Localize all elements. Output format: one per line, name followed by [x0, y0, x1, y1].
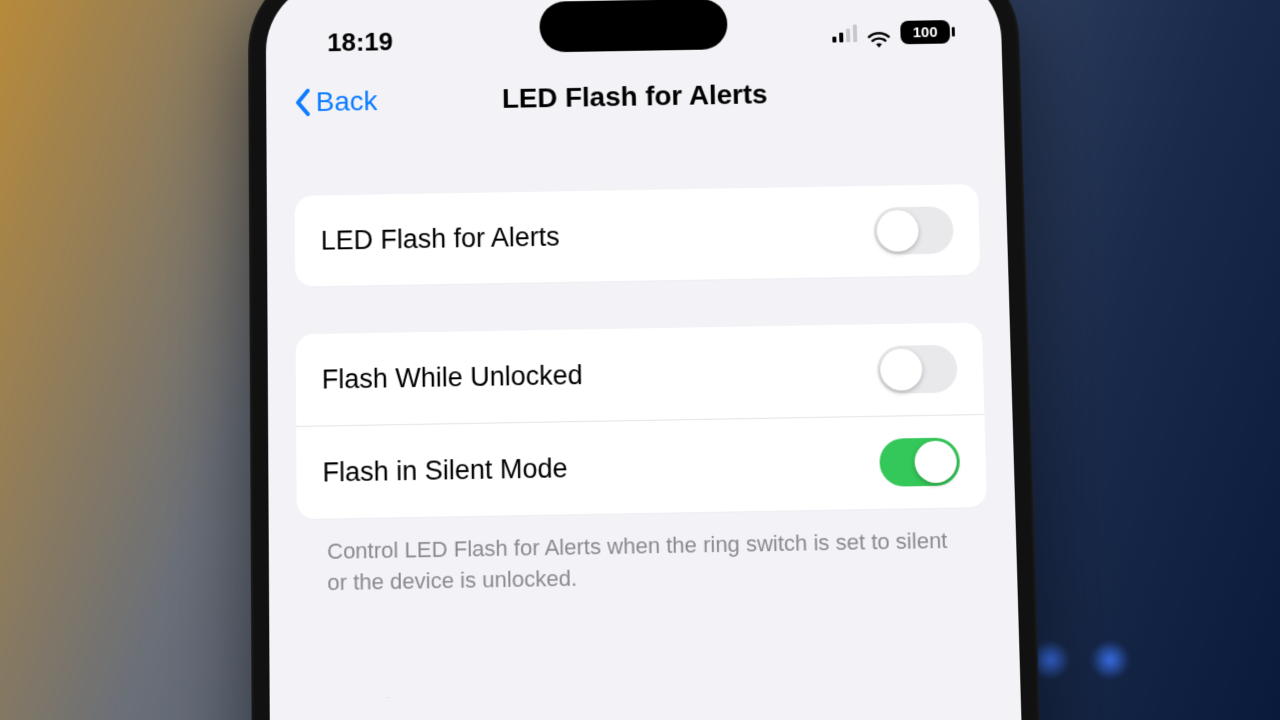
toggle-knob [880, 348, 923, 391]
dynamic-island [539, 0, 728, 52]
row-flash-while-unlocked: Flash While Unlocked [296, 322, 985, 426]
nav-header: Back LED Flash for Alerts [266, 56, 1004, 137]
toggle-flash-in-silent-mode[interactable] [879, 437, 960, 486]
status-right: 100 [832, 20, 950, 45]
phone-frame: 18:19 100 [248, 0, 1044, 720]
settings-group-options: Flash While Unlocked Flash in Silent Mod… [296, 322, 988, 519]
row-label: Flash While Unlocked [322, 360, 583, 395]
phone-screen: 18:19 100 [266, 0, 1025, 720]
toggle-knob [876, 210, 919, 252]
back-button[interactable]: Back [294, 86, 378, 119]
battery-indicator: 100 [900, 20, 950, 44]
background-light [1090, 640, 1130, 680]
back-label: Back [316, 86, 378, 118]
settings-content: LED Flash for Alerts Flash While Unlocke… [266, 125, 1017, 600]
wifi-icon [867, 24, 891, 42]
settings-group-main: LED Flash for Alerts [295, 184, 981, 287]
group-footnote: Control LED Flash for Alerts when the ri… [297, 525, 990, 599]
page-title: LED Flash for Alerts [502, 79, 768, 115]
toggle-knob [914, 440, 957, 483]
row-led-flash-for-alerts: LED Flash for Alerts [295, 184, 981, 287]
toggle-led-flash-for-alerts[interactable] [873, 206, 954, 255]
row-label: Flash in Silent Mode [322, 453, 568, 488]
toggle-flash-while-unlocked[interactable] [877, 345, 958, 394]
status-time: 18:19 [327, 26, 393, 57]
cellular-signal-icon [832, 25, 857, 43]
row-label: LED Flash for Alerts [321, 221, 560, 256]
chevron-left-icon [294, 88, 312, 118]
row-flash-in-silent-mode: Flash in Silent Mode [296, 414, 987, 519]
battery-level: 100 [913, 24, 938, 41]
